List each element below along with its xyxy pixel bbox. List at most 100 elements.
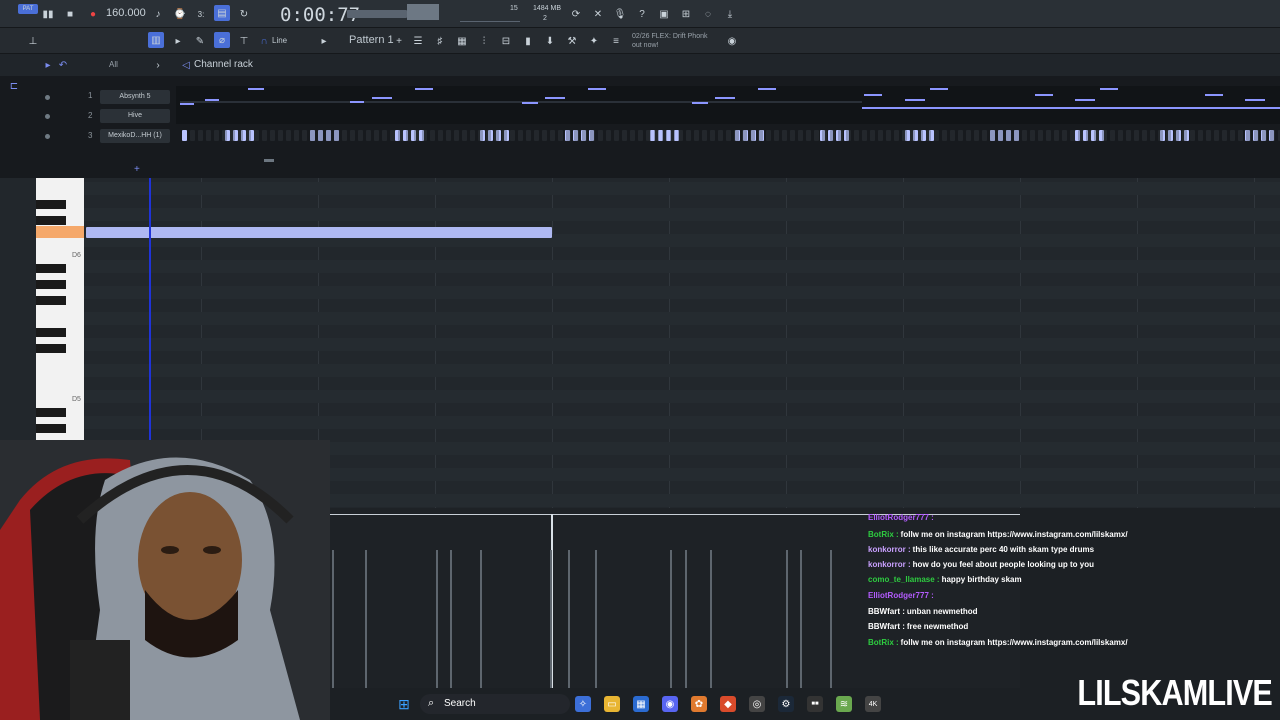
- step-button[interactable]: [1190, 130, 1195, 141]
- channel-name-absynth[interactable]: Absynth 5: [100, 90, 170, 104]
- step-button[interactable]: [1238, 130, 1243, 141]
- step-button[interactable]: [1246, 130, 1251, 141]
- step-button[interactable]: [566, 130, 571, 141]
- step-button[interactable]: [222, 130, 227, 141]
- step-button[interactable]: [422, 130, 427, 141]
- step-button[interactable]: [382, 130, 387, 141]
- velocity-bar[interactable]: [800, 550, 802, 688]
- record-button[interactable]: ●: [85, 6, 101, 22]
- obs-icon[interactable]: ◎: [749, 696, 765, 712]
- step-button[interactable]: [238, 130, 243, 141]
- step-button[interactable]: [878, 130, 883, 141]
- step-button[interactable]: [734, 130, 739, 141]
- step-button[interactable]: [1174, 130, 1179, 141]
- highlighted-key[interactable]: [36, 226, 84, 238]
- add-channel-icon[interactable]: +: [134, 164, 140, 175]
- step-button[interactable]: [630, 130, 635, 141]
- step-button[interactable]: [1230, 130, 1235, 141]
- step-button[interactable]: [358, 130, 363, 141]
- step-button[interactable]: [318, 130, 323, 141]
- step-button[interactable]: [438, 130, 443, 141]
- black-key[interactable]: [36, 264, 66, 273]
- plugin-icon[interactable]: ▮: [520, 33, 536, 49]
- step-button[interactable]: [758, 130, 763, 141]
- step-button[interactable]: [1126, 130, 1131, 141]
- step-button[interactable]: [646, 130, 651, 141]
- step-button[interactable]: [1014, 130, 1019, 141]
- step-button[interactable]: [446, 130, 451, 141]
- step-button[interactable]: [846, 130, 851, 141]
- playhead[interactable]: [149, 178, 151, 468]
- step-button[interactable]: [622, 130, 627, 141]
- step-button[interactable]: [750, 130, 755, 141]
- step-button[interactable]: [638, 130, 643, 141]
- velocity-bar[interactable]: [450, 550, 452, 688]
- step-button[interactable]: [1102, 130, 1107, 141]
- step-button[interactable]: [390, 130, 395, 141]
- mic-icon[interactable]: 🎙: [612, 6, 628, 22]
- browser-icon[interactable]: ⊟: [498, 33, 514, 49]
- step-button[interactable]: [790, 130, 795, 141]
- playlist-icon[interactable]: ☰: [410, 33, 426, 49]
- step-button[interactable]: [1262, 130, 1267, 141]
- channel-mute-led[interactable]: [45, 114, 50, 119]
- step-button[interactable]: [1254, 130, 1259, 141]
- mixer-icon[interactable]: ⊞: [678, 6, 694, 22]
- step-button[interactable]: [982, 130, 987, 141]
- black-key[interactable]: [36, 280, 66, 289]
- step-button[interactable]: [214, 130, 219, 141]
- step-button[interactable]: [918, 130, 923, 141]
- step-button[interactable]: [910, 130, 915, 141]
- step-button[interactable]: [998, 130, 1003, 141]
- black-key[interactable]: [36, 328, 66, 337]
- velocity-bar[interactable]: [480, 550, 482, 688]
- step-button[interactable]: [942, 130, 947, 141]
- step-button[interactable]: [1118, 130, 1123, 141]
- step-button[interactable]: [406, 130, 411, 141]
- news-panel[interactable]: 02/26 FLEX: Drift Phonk out now!: [632, 32, 707, 50]
- step-button[interactable]: [486, 130, 491, 141]
- step-button[interactable]: [902, 130, 907, 141]
- step-button[interactable]: [766, 130, 771, 141]
- step-button[interactable]: [494, 130, 499, 141]
- step-button[interactable]: [374, 130, 379, 141]
- step-button[interactable]: [678, 130, 683, 141]
- piano-roll-note[interactable]: [86, 227, 552, 238]
- piano-roll-icon[interactable]: ♯: [432, 33, 448, 49]
- step-button[interactable]: [806, 130, 811, 141]
- step-button[interactable]: [254, 130, 259, 141]
- store-icon[interactable]: ▦: [633, 696, 649, 712]
- step-button[interactable]: [838, 130, 843, 141]
- step-button[interactable]: [334, 130, 339, 141]
- step-button[interactable]: [1078, 130, 1083, 141]
- step-button[interactable]: [966, 130, 971, 141]
- black-key[interactable]: [36, 200, 66, 209]
- copilot-icon[interactable]: ✧: [575, 696, 591, 712]
- step-button[interactable]: [718, 130, 723, 141]
- arrow-right-icon[interactable]: ▸: [170, 33, 186, 49]
- step-button[interactable]: [614, 130, 619, 141]
- step-button[interactable]: [206, 130, 211, 141]
- step-button[interactable]: [782, 130, 787, 141]
- snap-selector[interactable]: Line: [272, 36, 287, 45]
- step-button[interactable]: [1134, 130, 1139, 141]
- step-button[interactable]: [350, 130, 355, 141]
- channel-rack-icon[interactable]: ▦: [454, 33, 470, 49]
- draw-tool-icon[interactable]: ✎: [192, 33, 208, 49]
- step-button[interactable]: [326, 130, 331, 141]
- step-button[interactable]: [1086, 130, 1091, 141]
- step-button[interactable]: [1070, 130, 1075, 141]
- step-button[interactable]: [278, 130, 283, 141]
- channel-name-hh[interactable]: MexikoD...HH (1): [100, 129, 170, 143]
- play-button[interactable]: ▮▮: [40, 6, 56, 22]
- step-button[interactable]: [558, 130, 563, 141]
- step-button[interactable]: [534, 130, 539, 141]
- channel-mute-led[interactable]: [45, 95, 50, 100]
- pattern-song-toggle[interactable]: PAT: [18, 4, 38, 14]
- step-button[interactable]: [510, 130, 515, 141]
- step-button[interactable]: [1166, 130, 1171, 141]
- step-button[interactable]: [262, 130, 267, 141]
- blend-notes-icon[interactable]: ▤: [214, 5, 230, 21]
- step-button[interactable]: [774, 130, 779, 141]
- rack-options-icon[interactable]: ◁: [178, 57, 194, 73]
